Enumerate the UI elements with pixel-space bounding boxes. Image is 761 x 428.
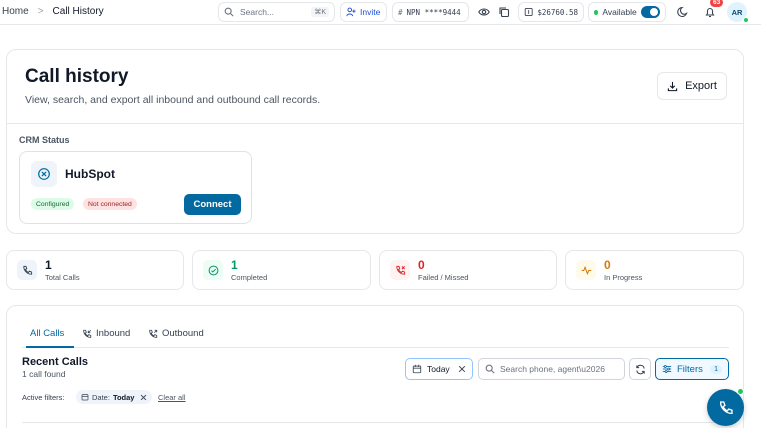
hash-icon: # [398,7,403,17]
global-search-placeholder: Search... [240,7,275,17]
calendar-icon [81,394,89,401]
stat-value: 0 [418,258,425,272]
breadcrumb: Home > Call History [2,6,104,17]
breadcrumb-home-link[interactable]: Home [2,6,29,17]
call-search-input[interactable]: Search phone, agent\u2026 [478,358,625,380]
phone-outgoing-icon [149,329,158,338]
phone-missed-icon [390,260,410,280]
npn-label: NPN ****9444 [406,7,461,17]
balance-value: $26760.58 [537,7,578,17]
connection-status-badge: Not connected [83,198,137,210]
status-dot-icon [594,9,599,15]
check-circle-icon [203,260,223,280]
eye-icon[interactable] [477,5,491,19]
connect-button[interactable]: Connect [184,194,241,215]
call-tabs: All Calls Inbound Outbound [22,323,729,348]
clear-all-link[interactable]: Clear all [158,393,186,402]
close-icon[interactable] [458,365,466,373]
phone-incoming-icon [83,329,92,338]
tab-all-calls[interactable]: All Calls [30,328,64,339]
availability-switch[interactable] [640,6,660,18]
stat-value: 0 [604,258,611,272]
date-filter-label: Today [427,364,450,374]
export-button[interactable]: Export [657,72,727,100]
stat-card-total: 1 Total Calls [6,250,184,290]
user-plus-icon [346,7,356,17]
notification-count-badge: 63 [710,0,724,7]
stat-label: In Progress [604,273,643,282]
npn-badge[interactable]: # NPN ****9444 [392,2,469,22]
refresh-button[interactable] [629,358,651,380]
download-icon [667,81,678,91]
stat-label: Failed / Missed [418,273,469,282]
invite-label: Invite [360,7,381,17]
stat-card-completed: 1 Completed [192,250,371,290]
breadcrumb-separator-icon: > [37,6,44,17]
configured-badge: Configured [31,198,75,210]
stat-value: 1 [45,258,52,272]
tab-outbound[interactable]: Outbound [148,328,204,339]
page-title: Call history [25,66,129,87]
dialer-status-dot [737,388,744,395]
availability-toggle[interactable]: Available [588,2,666,22]
search-icon [224,7,234,17]
global-search-button[interactable]: Search... ⌘K [218,2,335,22]
page-subtitle: View, search, and export all inbound and… [25,94,321,106]
stat-value: 1 [231,258,238,272]
phone-icon [719,400,733,414]
stat-label: Total Calls [45,273,80,282]
crm-status-label: CRM Status [19,135,70,145]
date-filter-chip[interactable]: Today [405,358,473,380]
active-filter-chip[interactable]: Date: Today [76,390,153,404]
refresh-icon [635,364,645,374]
stat-card-failed: 0 Failed / Missed [379,250,557,290]
stat-card-in-progress: 0 In Progress [565,250,744,290]
moon-icon[interactable] [676,5,690,19]
sliders-icon [662,365,672,373]
activity-icon [576,260,596,280]
calendar-icon [412,364,422,374]
active-tab-indicator [26,346,74,348]
search-icon [485,364,495,374]
active-filters-label: Active filters: [22,393,65,402]
bell-icon[interactable] [703,5,717,19]
filters-label: Filters [677,363,703,375]
filters-button[interactable]: Filters 1 [655,358,729,380]
tab-label: Inbound [96,328,131,339]
tab-label: All Calls [30,328,65,339]
recent-calls-title: Recent Calls [22,356,89,368]
wallet-icon [524,8,533,16]
crm-disconnected-icon [31,161,57,187]
close-icon[interactable] [140,394,147,401]
header-divider [7,123,743,124]
crm-name: HubSpot [65,167,115,181]
stat-label: Completed [231,273,268,282]
breadcrumb-current: Call History [52,6,104,17]
call-search-placeholder: Search phone, agent\u2026 [500,364,605,374]
invite-button[interactable]: Invite [340,2,387,22]
availability-label: Available [602,7,637,17]
crm-card-hubspot: HubSpot Configured Not connected Connect [19,151,252,224]
active-filter-value: Today [112,392,135,402]
phone-icon [17,260,37,280]
table-top-border [22,422,729,423]
balance-badge[interactable]: $26760.58 [518,2,584,22]
copy-icon[interactable] [497,5,511,19]
tab-label: Outbound [162,328,204,339]
avatar-status-dot [743,17,749,23]
page-header-card: Call history View, search, and export al… [6,49,744,234]
top-bar: Home > Call History Search... ⌘K Invite … [0,0,761,25]
export-label: Export [685,80,717,92]
tab-inbound[interactable]: Inbound [82,328,130,339]
calls-panel: All Calls Inbound Outbound Recent Calls … [6,305,744,428]
recent-calls-count: 1 call found [22,369,66,379]
active-filter-key: Date: [92,392,110,402]
filters-count-badge: 1 [710,364,722,374]
search-shortcut: ⌘K [311,7,329,17]
